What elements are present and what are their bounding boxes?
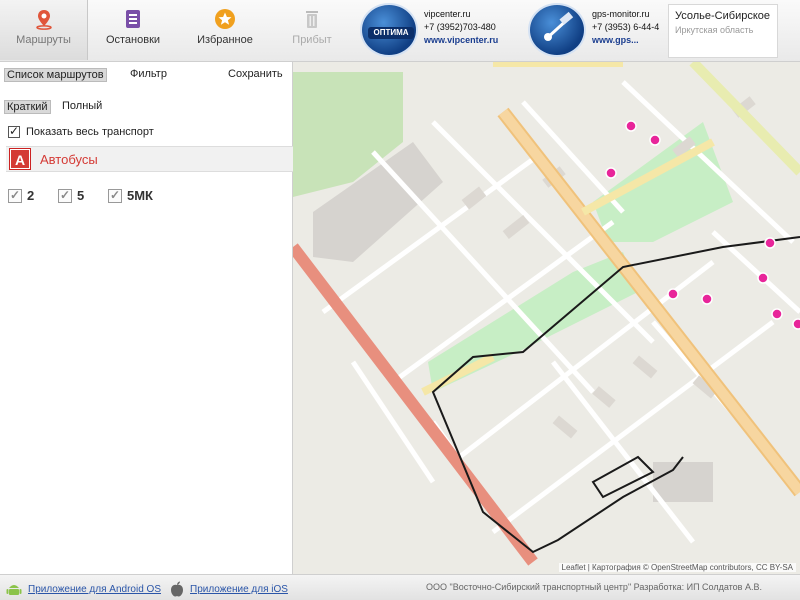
arrivals-tab-label: Прибыт	[292, 34, 332, 46]
show-all-transport-checkbox[interactable]: Показать весь транспорт	[8, 124, 154, 138]
stops-tab-button[interactable]: Остановки	[92, 0, 174, 60]
optima-badge: ОПТИМА	[368, 27, 414, 39]
route-number: 5	[77, 188, 85, 203]
android-app-link-text[interactable]: Приложение для Android OS	[28, 584, 161, 595]
route-item[interactable]: 5МК	[108, 188, 153, 203]
star-icon	[215, 9, 235, 29]
vipcenter-url: www.vipcenter.ru	[424, 35, 499, 45]
route-checkbox[interactable]	[108, 188, 122, 203]
vipcenter-contacts: vipcenter.ru +7 (3952)703-480 www.vipcen…	[424, 8, 498, 47]
bus-stop-marker[interactable]	[701, 293, 713, 305]
ios-app-link[interactable]: Приложение для iOS	[170, 581, 288, 597]
route-item[interactable]: 2	[8, 188, 34, 203]
city-selector[interactable]: Усолье-Сибирское Иркутская область	[668, 4, 778, 58]
map-view[interactable]: Leaflet | Картография © OpenStreetMap co…	[293, 62, 800, 574]
ios-app-link-text[interactable]: Приложение для iOS	[190, 584, 288, 595]
optima-logo-icon: ОПТИМА	[360, 3, 418, 57]
bus-category-header[interactable]: А Автобусы	[6, 146, 293, 172]
android-icon	[6, 585, 22, 595]
vipcenter-phone: +7 (3952)703-480	[424, 22, 496, 32]
building-block	[653, 462, 713, 502]
bus-stop-marker[interactable]	[757, 272, 769, 284]
filter-link[interactable]: Фильтр	[130, 68, 167, 80]
stops-tab-label: Остановки	[105, 34, 161, 46]
bus-category-icon: А	[10, 149, 30, 169]
app-window: Маршруты Остановки Избранное Прибыт ОПТИ…	[0, 0, 800, 600]
bus-category-label: Автобусы	[40, 151, 98, 167]
map-canvas[interactable]	[293, 62, 800, 574]
bus-stop-marker[interactable]	[625, 120, 637, 132]
view-short-link[interactable]: Краткий	[4, 100, 51, 114]
show-all-label: Показать весь транспорт	[26, 126, 154, 138]
footer-credits: ООО "Восточно-Сибирский транспортный цен…	[426, 582, 762, 592]
map-pin-icon	[35, 10, 52, 30]
route-item[interactable]: 5	[58, 188, 84, 203]
android-app-link[interactable]: Приложение для Android OS	[6, 581, 161, 597]
footer: Приложение для Android OS Приложение для…	[0, 574, 800, 600]
gps-monitor-phone: +7 (3953) 6-44-4	[592, 22, 660, 32]
show-all-checkbox-box[interactable]	[8, 124, 20, 138]
bus-stop-marker[interactable]	[649, 134, 661, 146]
bus-stop-marker[interactable]	[764, 237, 776, 249]
bus-stop-marker[interactable]	[771, 308, 783, 320]
routes-list-link[interactable]: Список маршрутов	[4, 68, 107, 82]
route-checkbox[interactable]	[8, 188, 22, 203]
route-number: 2	[27, 188, 35, 203]
bus-stop-marker[interactable]	[792, 318, 800, 330]
gps-monitor-site: gps-monitor.ru	[592, 9, 650, 19]
satellite-logo-icon	[528, 3, 586, 57]
routes-tab-label: Маршруты	[16, 34, 71, 46]
trash-icon	[306, 11, 318, 28]
save-link[interactable]: Сохранить	[228, 68, 283, 80]
city-name: Усолье-Сибирское	[675, 10, 771, 22]
route-number: 5МК	[127, 188, 153, 203]
favorites-tab-button[interactable]: Избранное	[184, 0, 266, 60]
map-attribution[interactable]: Leaflet | Картография © OpenStreetMap co…	[558, 563, 796, 572]
arrivals-tab-button[interactable]: Прибыт	[276, 0, 348, 60]
view-full-link[interactable]: Полный	[62, 100, 102, 112]
bus-stop-marker[interactable]	[667, 288, 679, 300]
apple-icon	[171, 581, 183, 597]
bus-stop-marker[interactable]	[605, 167, 617, 179]
gps-monitor-url: www.gps...	[592, 35, 639, 45]
gps-monitor-contacts: gps-monitor.ru +7 (3953) 6-44-4 www.gps.…	[592, 8, 659, 47]
city-region: Иркутская область	[675, 25, 754, 35]
gps-monitor-logo[interactable]: gps-monitor.ru +7 (3953) 6-44-4 www.gps.…	[528, 0, 668, 60]
sidebar: Список маршрутов Фильтр Сохранить Кратки…	[0, 62, 293, 574]
stops-list-icon	[126, 10, 140, 28]
toolbar: Маршруты Остановки Избранное Прибыт ОПТИ…	[0, 0, 800, 62]
satellite-icon	[544, 11, 574, 41]
favorites-tab-label: Избранное	[197, 34, 253, 46]
vipcenter-logo[interactable]: ОПТИМА vipcenter.ru +7 (3952)703-480 www…	[360, 0, 520, 60]
routes-tab-button[interactable]: Маршруты	[0, 0, 88, 60]
route-checkbox[interactable]	[58, 188, 72, 203]
vipcenter-site: vipcenter.ru	[424, 9, 471, 19]
